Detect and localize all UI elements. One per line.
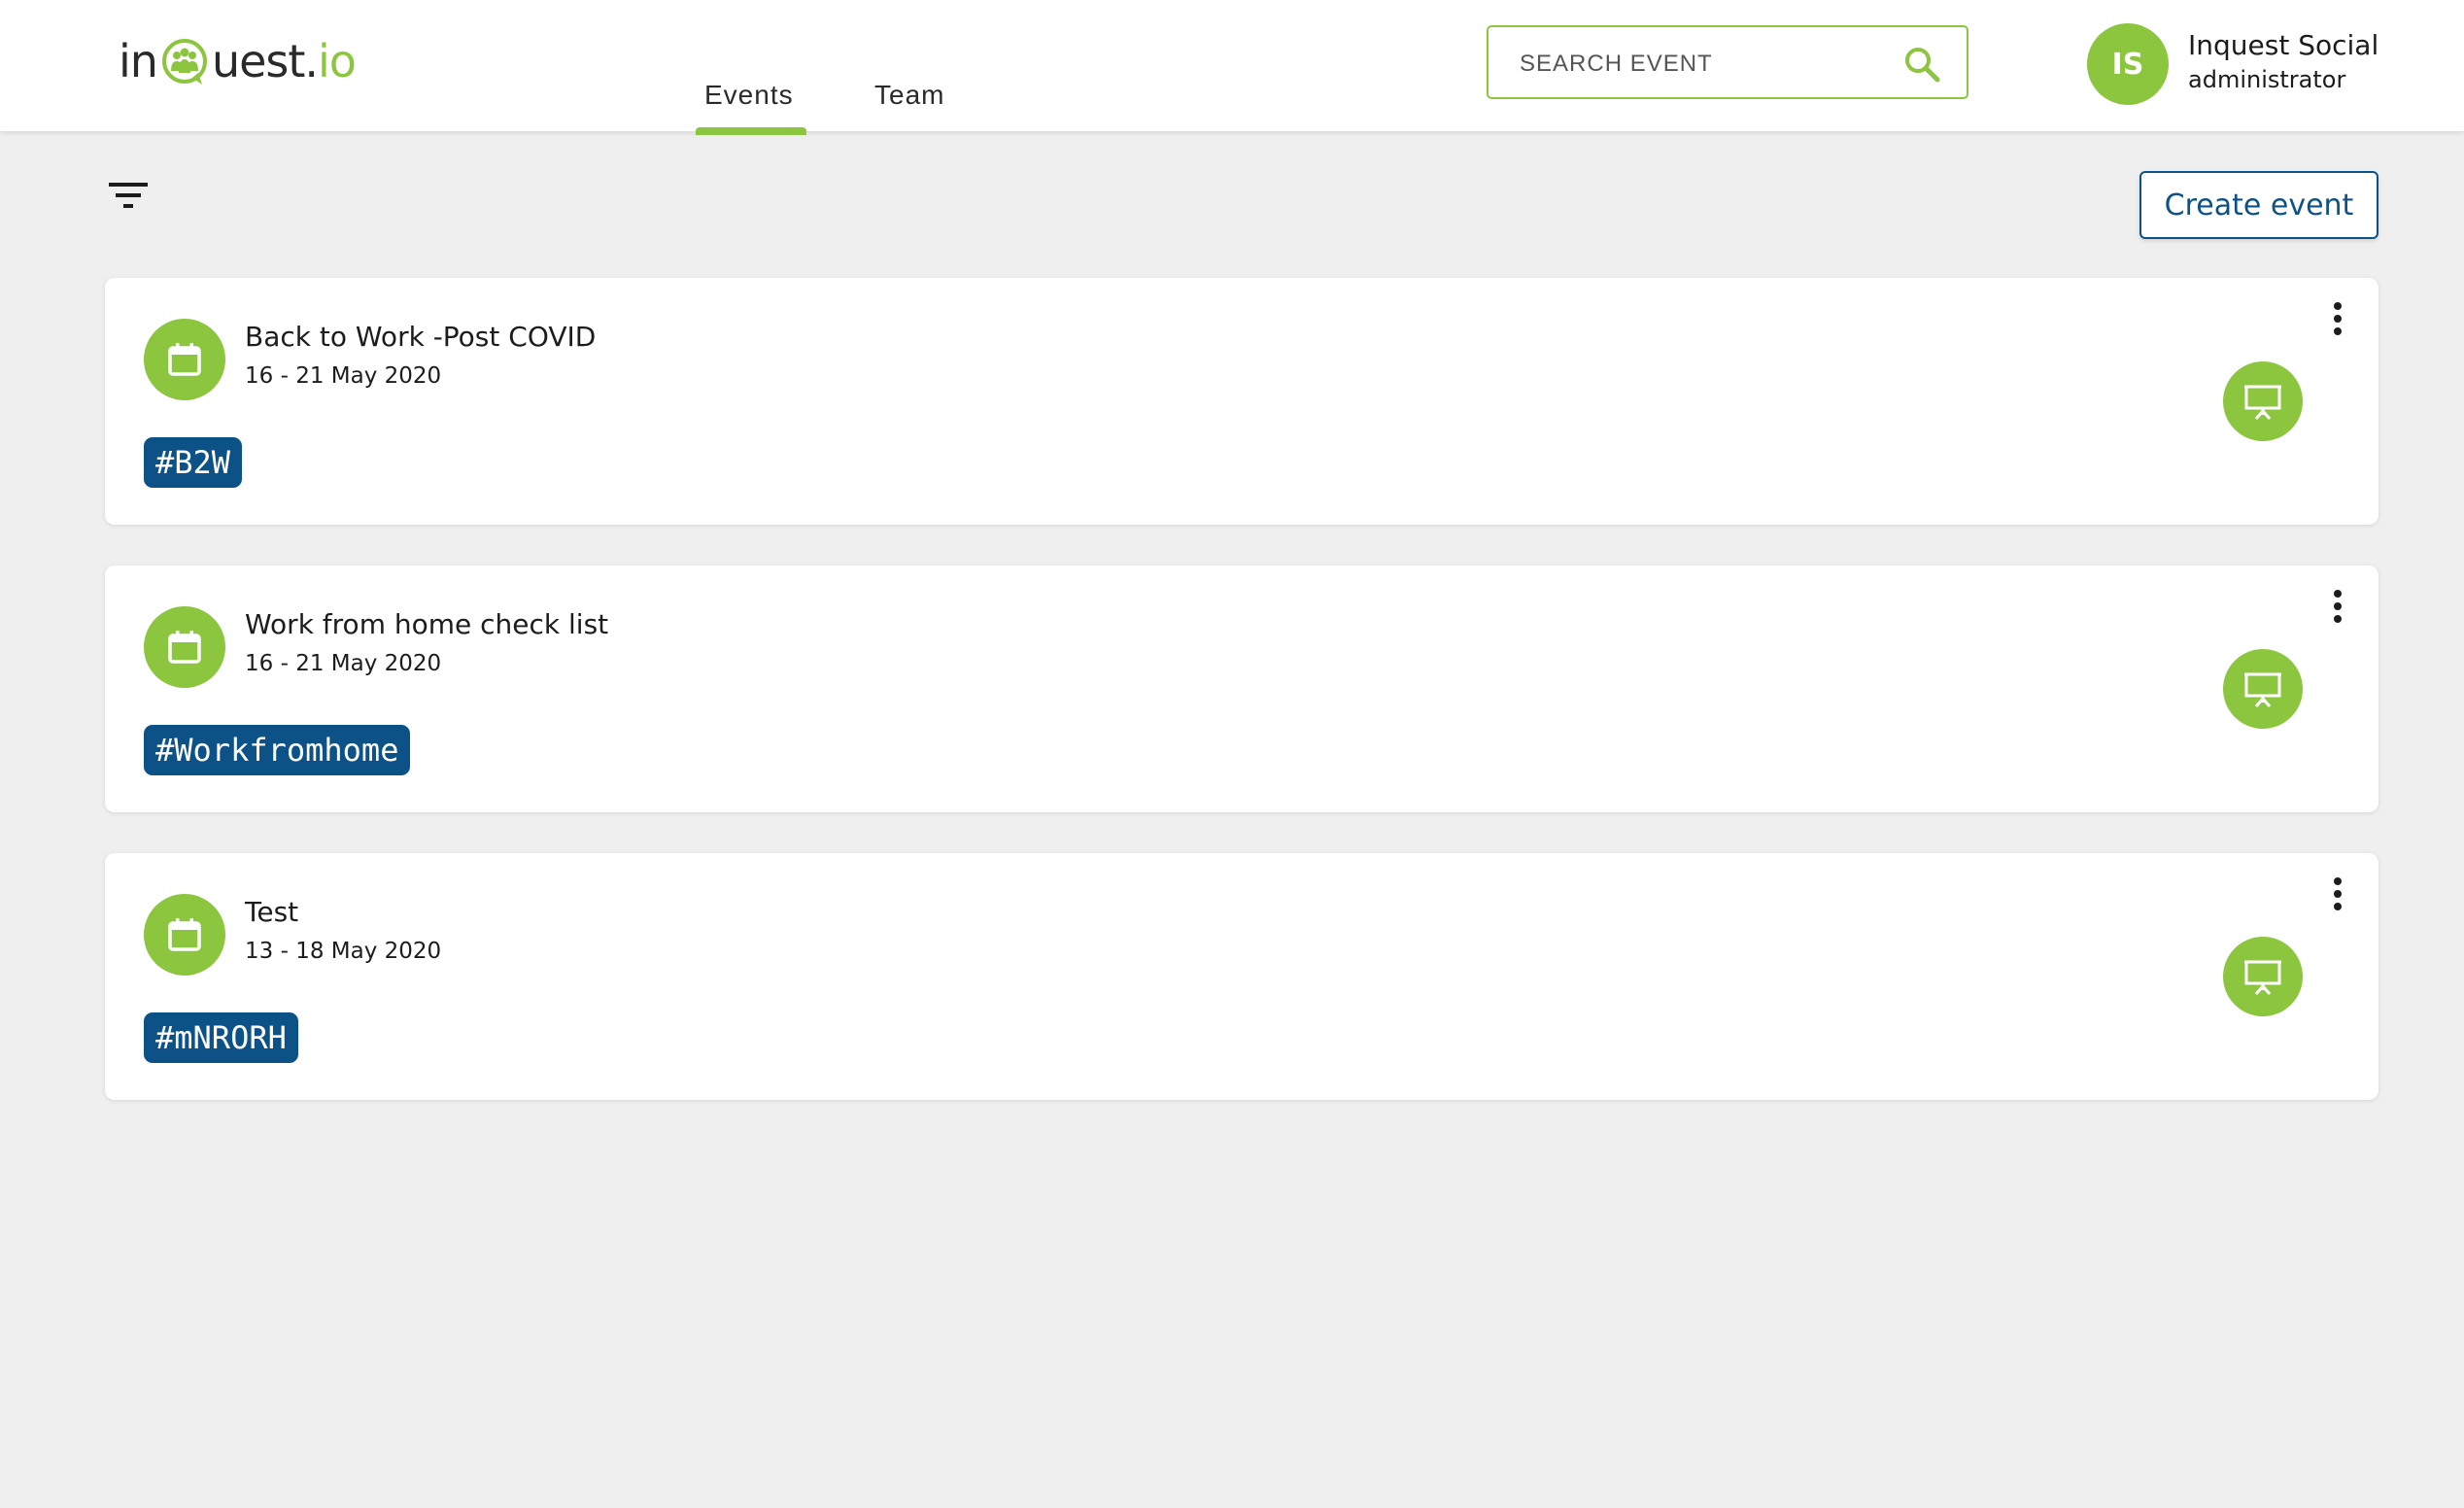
logo-q-people-icon [161,39,207,85]
tab-events[interactable]: Events [704,80,794,111]
event-dates: 16 - 21 May 2020 [245,363,442,389]
calendar-icon [144,606,225,688]
app-header: in uest.io Events Team IS Inquest Social… [0,0,2464,135]
presentation-icon[interactable] [2223,649,2303,729]
event-title[interactable]: Work from home check list [245,608,608,640]
search-icon[interactable] [1902,45,1941,84]
logo-prefix: in [119,35,158,87]
inquest-logo[interactable]: in uest. io [119,27,357,95]
event-card[interactable]: Test 13 - 18 May 2020 #mNRORH [105,853,2378,1100]
create-event-button[interactable]: Create event [2139,171,2378,239]
event-dates: 16 - 21 May 2020 [245,651,442,676]
event-title[interactable]: Test [245,896,298,928]
filter-icon[interactable] [107,179,150,214]
event-dates: 13 - 18 May 2020 [245,939,442,964]
calendar-icon [144,894,225,976]
logo-tld: io [318,35,357,87]
more-options-icon[interactable] [2326,299,2349,338]
presentation-icon[interactable] [2223,361,2303,441]
calendar-icon [144,319,225,400]
event-hashtag: #mNRORH [144,1012,298,1063]
logo-suffix: uest. [211,35,319,87]
user-name: Inquest Social [2188,29,2379,61]
event-card[interactable]: Back to Work -Post COVID 16 - 21 May 202… [105,278,2378,525]
event-hashtag: #B2W [144,437,243,488]
event-hashtag: #Workfromhome [144,725,411,775]
presentation-icon[interactable] [2223,937,2303,1016]
search-input[interactable] [1518,45,1891,84]
user-role: administrator [2188,66,2346,93]
more-options-icon[interactable] [2326,587,2349,626]
tab-team[interactable]: Team [874,80,944,111]
event-card[interactable]: Work from home check list 16 - 21 May 20… [105,566,2378,812]
search-box [1487,25,1968,99]
more-options-icon[interactable] [2326,874,2349,913]
user-avatar[interactable]: IS [2087,23,2169,105]
event-title[interactable]: Back to Work -Post COVID [245,321,596,353]
active-tab-indicator [696,127,806,135]
